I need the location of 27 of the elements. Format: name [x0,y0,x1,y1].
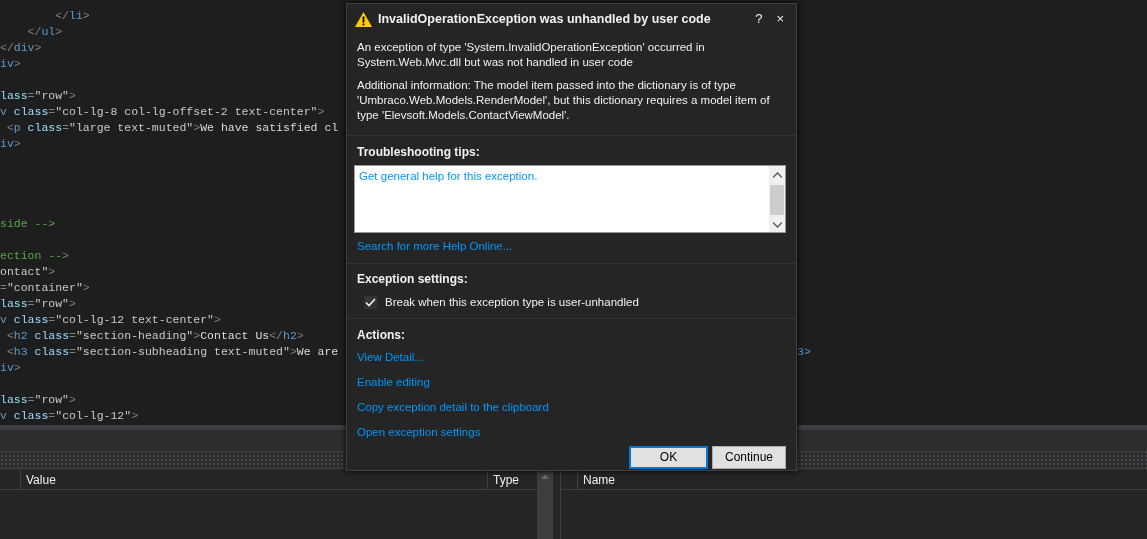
code-line: lass="row"> [0,88,76,104]
code-line: ection --> [0,248,69,264]
code-line: <p class="large text-muted">We have satisfied cl [5,120,339,136]
code-line: <h3 class="section-subheading text-muted">We are [5,344,339,360]
code-line: </div> [0,40,42,56]
code-line: iv> [0,136,21,152]
code-fragment: 3> [797,344,811,360]
code-line: v class="col-lg-12"> [0,408,139,424]
code-line: </li> [54,8,90,24]
section-heading: Troubleshooting tips: [356,144,481,160]
code-line: ="container"> [0,280,90,296]
section-heading: Actions: [357,326,406,343]
code-line: lass="row"> [0,392,76,408]
section-heading: Exception settings: [357,271,469,288]
dialog-title: InvalidOperationException was unhandled by user code [378,10,712,28]
code-line: v class="col-lg-12 text-center"> [0,312,221,328]
code-line: iv> [0,360,21,376]
code-line: <h2 class="section-heading">Contact Us</h2> [5,328,304,344]
message-text: Additional information: The model item passed into the dictionary is of type 'Umbraco.Web.Models.RenderModel', but this dictionary requires a model item of type 'Elevsoft.Models.ContactViewModel'. [357,78,771,123]
code-line: lass="row"> [0,296,76,312]
code-line: ontact"> [0,264,56,280]
code-line: v class="col-lg-8 col-lg-offset-2 text-center"> [0,104,325,120]
checkbox-label: Break when this exception type is user-unhandled [385,295,639,311]
code-line: </ul> [26,24,63,40]
message-text: An exception of type 'System.InvalidOperationException' occurred in System.Web.Mvc.dll but was not handled in user code [357,40,706,70]
code-line: iv> [0,56,21,72]
code-line: side --> [0,216,56,232]
